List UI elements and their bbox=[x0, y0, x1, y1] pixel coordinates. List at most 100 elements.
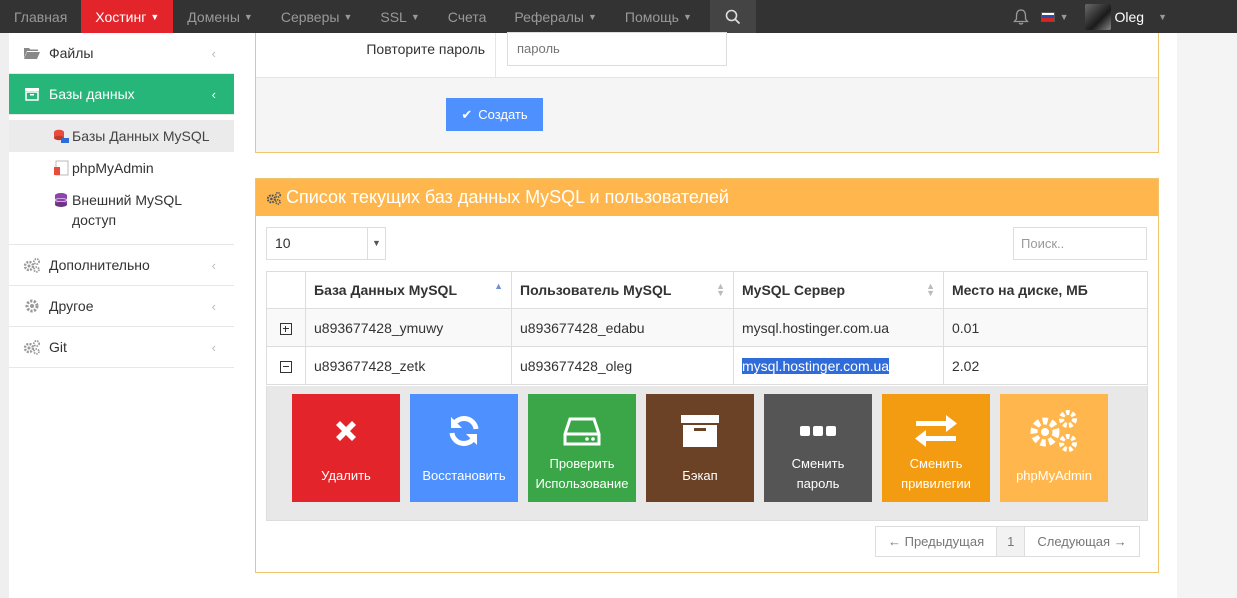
sidebar-subitem-mysql[interactable]: Базы Данных MySQL bbox=[9, 120, 234, 152]
refresh-icon bbox=[444, 402, 484, 460]
top-navigation: Главная Хостинг ▼ Домены ▼ Серверы ▼ SSL ▼ С… bbox=[0, 0, 1237, 39]
change-privileges-button[interactable]: Сменить привилегии bbox=[882, 394, 990, 502]
column-header-user[interactable]: Пользователь MySQL ▲ ▼ bbox=[511, 271, 734, 309]
nav-invoices[interactable]: Счета bbox=[434, 0, 501, 33]
cell-user: u893677428_edabu bbox=[511, 308, 734, 347]
avatar[interactable] bbox=[1084, 3, 1111, 30]
archive-icon bbox=[680, 402, 720, 460]
chevron-left-icon: ‹ bbox=[211, 257, 216, 273]
nav-help[interactable]: Помощь ▼ bbox=[611, 0, 706, 33]
cogs-icon bbox=[1028, 402, 1080, 460]
nav-hosting[interactable]: Хостинг ▼ bbox=[81, 0, 174, 39]
pagination-next[interactable]: Следующая → bbox=[1025, 527, 1138, 556]
nav-home[interactable]: Главная bbox=[0, 0, 81, 33]
sidebar-item-label: Другое bbox=[49, 298, 94, 314]
chevron-left-icon: ‹ bbox=[211, 298, 216, 314]
nav-hosting-label: Хостинг bbox=[95, 8, 147, 25]
chevron-down-icon: ▼ bbox=[367, 228, 385, 259]
cogs-icon bbox=[266, 191, 282, 205]
sidebar-item-git[interactable]: Git ‹ bbox=[9, 327, 234, 368]
table-header-row: База Данных MySQL ▲ Пользователь MySQL ▲ ▼ … bbox=[266, 271, 1148, 309]
repeat-password-row: Повторите пароль bbox=[256, 31, 1158, 78]
search-button[interactable] bbox=[709, 0, 756, 33]
nav-servers[interactable]: Серверы ▼ bbox=[267, 0, 367, 33]
sidebar-item-other[interactable]: Другое ‹ bbox=[9, 286, 234, 327]
form-actions: ✔ Создать bbox=[256, 78, 1158, 152]
cell-database: u893677428_zetk bbox=[305, 346, 512, 385]
sidebar-subitem-remote-mysql[interactable]: Внешний MySQL доступ bbox=[9, 184, 234, 236]
sort-icon: ▲ ▼ bbox=[716, 281, 725, 298]
column-header-database[interactable]: База Данных MySQL ▲ bbox=[305, 271, 512, 309]
exchange-icon bbox=[913, 402, 959, 460]
sidebar-item-databases[interactable]: Базы данных ‹ bbox=[9, 74, 234, 115]
sidebar-item-additional[interactable]: Дополнительно ‹ bbox=[9, 245, 234, 286]
column-header-label: База Данных MySQL bbox=[314, 282, 458, 298]
repeat-password-label: Повторите пароль bbox=[256, 32, 496, 78]
mysql-icon bbox=[54, 129, 69, 143]
collapse-toggle[interactable] bbox=[266, 346, 306, 385]
sidebar-subitem-label: phpMyAdmin bbox=[72, 160, 154, 176]
expand-toggle[interactable] bbox=[266, 308, 306, 347]
search-icon bbox=[725, 9, 741, 24]
nav-home-label: Главная bbox=[14, 8, 68, 25]
restore-button[interactable]: Восстановить bbox=[410, 394, 518, 502]
nav-referrals[interactable]: Рефералы ▼ bbox=[500, 0, 611, 33]
column-header-label: Пользователь MySQL bbox=[520, 282, 672, 298]
phpmyadmin-button[interactable]: phpMyAdmin bbox=[1000, 394, 1108, 502]
chevron-left-icon: ‹ bbox=[211, 45, 216, 61]
column-header-label: Место на диске, МБ bbox=[952, 282, 1088, 298]
bell-icon bbox=[1012, 8, 1029, 25]
cell-database: u893677428_ymuwy bbox=[305, 308, 512, 347]
language-selector[interactable]: ▼ bbox=[1040, 11, 1069, 22]
pagination-previous[interactable]: ← Предыдущая bbox=[876, 527, 998, 556]
create-button[interactable]: ✔ Создать bbox=[446, 98, 543, 131]
sidebar-item-files[interactable]: Файлы ‹ bbox=[9, 33, 234, 74]
notifications-button[interactable] bbox=[1001, 8, 1041, 26]
create-button-label: Создать bbox=[478, 107, 528, 122]
expand-column-header bbox=[266, 271, 306, 309]
cell-server: mysql.hostinger.com.ua bbox=[733, 346, 944, 385]
nav-servers-label: Серверы bbox=[280, 8, 340, 25]
nav-help-label: Помощь bbox=[624, 8, 679, 25]
databases-table: База Данных MySQL ▲ Пользователь MySQL ▲ ▼ … bbox=[266, 271, 1148, 385]
row-actions: Удалить Восстановить Проверить Использов… bbox=[266, 386, 1148, 521]
cogs-icon bbox=[23, 257, 41, 273]
nav-ssl[interactable]: SSL ▼ bbox=[366, 0, 433, 33]
user-name[interactable]: Oleg bbox=[1115, 9, 1145, 25]
sidebar-item-label: Дополнительно bbox=[49, 257, 150, 273]
column-header-server[interactable]: MySQL Сервер ▲ ▼ bbox=[733, 271, 944, 309]
cell-size: 0.01 bbox=[943, 308, 1148, 347]
check-usage-label: Проверить Использование bbox=[535, 456, 629, 491]
chevron-down-icon[interactable]: ▼ bbox=[1158, 12, 1167, 22]
sort-asc-icon: ▲ bbox=[494, 281, 503, 291]
cell-size: 2.02 bbox=[943, 346, 1148, 385]
column-header-disk-space[interactable]: Место на диске, МБ bbox=[943, 271, 1148, 309]
nav-ssl-label: SSL bbox=[380, 8, 407, 25]
delete-button[interactable]: Удалить bbox=[292, 394, 400, 502]
repeat-password-input[interactable] bbox=[507, 31, 727, 66]
chevron-down-icon: ▼ bbox=[410, 11, 420, 22]
search-placeholder: Поиск.. bbox=[1021, 236, 1065, 251]
phpmyadmin-label: phpMyAdmin bbox=[1016, 468, 1092, 483]
check-usage-button[interactable]: Проверить Использование bbox=[528, 394, 636, 502]
sidebar: Файлы ‹ Базы данных ‹ Базы Данных MySQL … bbox=[9, 33, 234, 598]
page-size-value: 10 bbox=[275, 235, 291, 251]
nav-invoices-label: Счета bbox=[447, 8, 487, 25]
page-size-select[interactable]: 10 ▼ bbox=[266, 227, 386, 260]
change-password-button[interactable]: Сменить пароль bbox=[764, 394, 872, 502]
sidebar-subitem-phpmyadmin[interactable]: phpMyAdmin bbox=[9, 152, 234, 184]
cell-user: u893677428_oleg bbox=[511, 346, 734, 385]
folder-icon bbox=[23, 46, 41, 60]
backup-button[interactable]: Бэкап bbox=[646, 394, 754, 502]
chevron-down-icon: ▼ bbox=[150, 11, 160, 22]
table-search-input[interactable]: Поиск.. bbox=[1013, 227, 1147, 260]
russian-flag-icon bbox=[1040, 11, 1055, 22]
sidebar-item-label: Git bbox=[49, 339, 67, 355]
nav-domains[interactable]: Домены ▼ bbox=[173, 0, 267, 33]
hdd-icon bbox=[562, 402, 602, 460]
create-database-form: Повторите пароль ✔ Создать bbox=[255, 31, 1159, 153]
nav-user-area: ▼ Oleg ▼ bbox=[1001, 0, 1237, 33]
change-privileges-label: Сменить привилегии bbox=[901, 456, 971, 491]
close-icon bbox=[331, 402, 361, 460]
pagination-page[interactable]: 1 bbox=[997, 527, 1026, 556]
